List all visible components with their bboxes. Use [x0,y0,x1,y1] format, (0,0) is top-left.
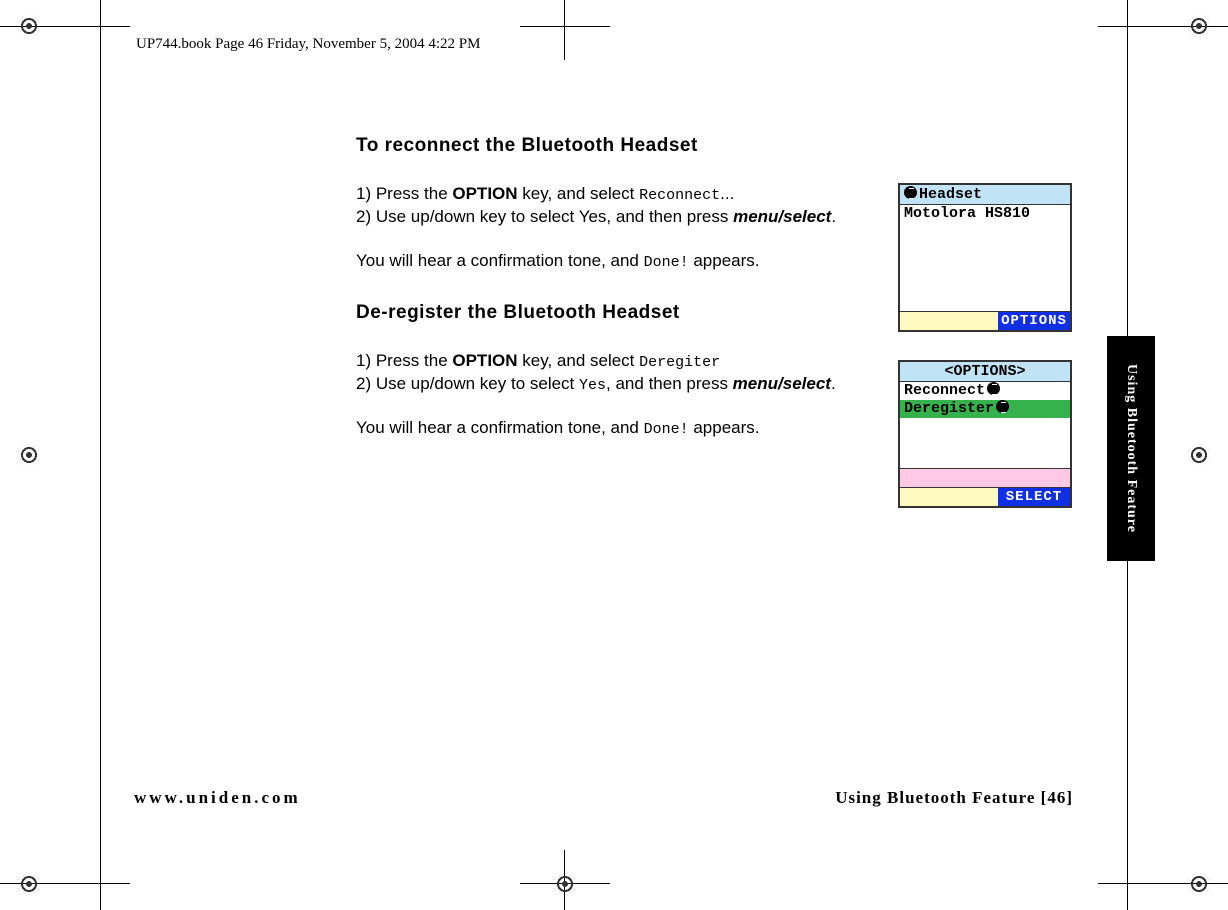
footer-url: www.uniden.com [134,788,301,808]
crop-line [520,26,610,27]
screen2-softkey: SELECT [998,488,1070,506]
step-2-1: 1) Press the OPTION key, and select Dere… [356,350,956,373]
registration-mark-icon [1188,15,1210,37]
heading-deregister: De-register the Bluetooth Headset [356,302,956,324]
crop-line [564,0,565,60]
step-2-2: 2) Use up/down key to select Yes, and th… [356,373,956,396]
registration-mark-icon [18,873,40,895]
side-tab: Using Bluetooth Feature [1107,336,1155,561]
screen1-title: Headset [900,185,1070,205]
screen-options: <OPTIONS> Reconnect Deregister SELECT [898,360,1072,508]
bluetooth-icon [904,186,917,199]
registration-mark-icon [1188,873,1210,895]
page-header: UP744.book Page 46 Friday, November 5, 2… [136,36,480,53]
screen-headset: Headset Motolora HS810 OPTIONS [898,183,1072,332]
registration-mark-icon [18,15,40,37]
screen2-row-deregister: Deregister [900,400,1070,418]
screen2-title: <OPTIONS> [900,362,1070,382]
side-tab-label: Using Bluetooth Feature [1123,364,1139,533]
registration-mark-icon [18,444,40,466]
step-1-1: 1) Press the OPTION key, and select Reco… [356,183,956,206]
screen2-row-reconnect: Reconnect [900,382,1070,400]
crop-line [100,0,101,910]
heading-reconnect: To reconnect the Bluetooth Headset [356,135,956,157]
footer-pageinfo: Using Bluetooth Feature [46] [835,788,1073,808]
screen1-row: Motolora HS810 [900,205,1070,223]
confirm-1: You will hear a confirmation tone, and D… [356,250,956,273]
registration-mark-icon [1188,444,1210,466]
screen2-softkey-bar: SELECT [900,487,1070,506]
bluetooth-icon [987,382,1000,395]
registration-mark-icon [554,873,576,895]
step-1-2: 2) Use up/down key to select Yes, and th… [356,206,956,228]
bluetooth-icon [996,400,1009,413]
screen1-softkey-bar: OPTIONS [900,311,1070,330]
main-content: To reconnect the Bluetooth Headset 1) Pr… [356,135,956,440]
confirm-2: You will hear a confirmation tone, and D… [356,417,956,440]
screen1-softkey: OPTIONS [998,312,1070,330]
